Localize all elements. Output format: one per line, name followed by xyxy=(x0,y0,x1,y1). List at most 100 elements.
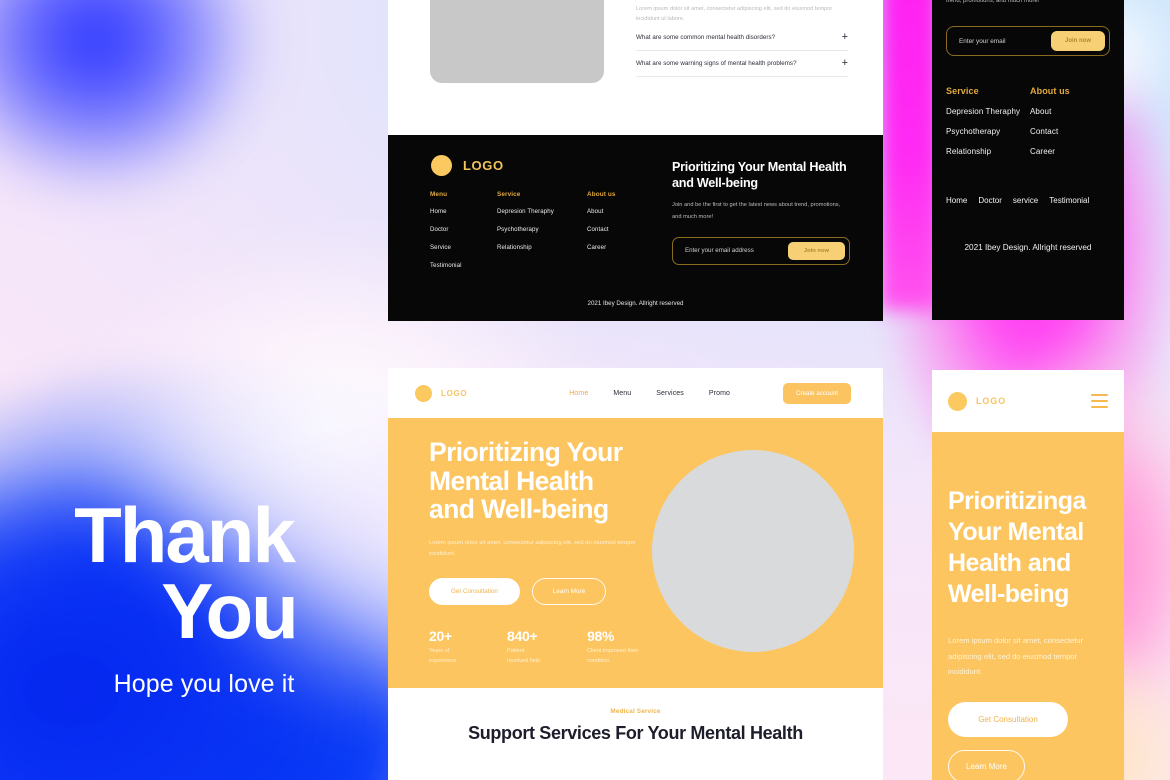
footer-column-heading: Menu xyxy=(430,191,448,198)
newsletter-email-input[interactable]: Enter your email address xyxy=(685,247,754,254)
hamburger-bar xyxy=(1091,405,1108,409)
hamburger-bar xyxy=(1091,393,1108,397)
footer-newsletter: Prioritizing Your Mental Health and Well… xyxy=(672,159,850,265)
mobile-link-career[interactable]: Career xyxy=(1030,147,1114,156)
mobile-link-contact[interactable]: Contact xyxy=(1030,127,1114,136)
plus-icon[interactable]: + xyxy=(842,57,848,69)
stat-item: 840+ Patient received help xyxy=(507,628,543,667)
background-magenta-band xyxy=(880,0,940,310)
nav-link-home[interactable]: Home xyxy=(569,390,588,397)
faq-panel: Lorem ipsum dolor sit amet, consectetur … xyxy=(388,0,883,135)
mobile-inline-link-doctor[interactable]: Doctor xyxy=(978,196,1002,205)
footer-link-contact[interactable]: Contact xyxy=(587,226,654,233)
create-account-button[interactable]: Create account xyxy=(783,382,851,404)
mobile-learn-more-button[interactable]: Learn More xyxy=(948,749,1025,780)
navbar-links: Home Menu Services Promo Create account xyxy=(569,382,851,404)
hero-section: Prioritizing Your Mental Health and Well… xyxy=(388,418,883,688)
mobile-join-button[interactable]: Join now xyxy=(1051,31,1105,51)
footer-column-heading: Service xyxy=(497,191,521,198)
newsletter-description: Join and be the first to get the latest … xyxy=(672,202,841,220)
footer-link-career[interactable]: Career xyxy=(587,244,654,251)
get-consultation-button[interactable]: Get Consultation xyxy=(429,577,520,605)
stat-item: 98% Client improved their condition xyxy=(587,628,639,667)
mobile-column-heading: Service xyxy=(946,86,979,96)
mobile-email-input[interactable]: Enter your email xyxy=(959,38,1006,45)
mobile-link-relationship[interactable]: Relationship xyxy=(946,147,1030,156)
thank-you-block: Thank You Hope you love it xyxy=(0,496,388,699)
hero-title: Prioritizing Your Mental Health and Well… xyxy=(429,437,623,525)
plus-icon[interactable]: + xyxy=(842,31,848,43)
mobile-link-depression-theraphy[interactable]: Depresion Theraphy xyxy=(946,107,1030,116)
stat-value: 98% xyxy=(587,627,615,644)
footer-link-service[interactable]: Service xyxy=(430,244,497,251)
logo-mark-icon xyxy=(431,155,452,176)
mobile-hero-description: Lorem ipsum dolor sit amet, consectetur … xyxy=(948,636,1084,677)
hero-content: Prioritizing Your Mental Health and Well… xyxy=(429,438,639,666)
nav-link-menu[interactable]: Menu xyxy=(613,390,631,397)
mobile-link-psychotherapy[interactable]: Psychotherapy xyxy=(946,127,1030,136)
footer-copyright: 2021 Ibey Design. Allright reserved xyxy=(587,300,684,307)
footer-column-heading: About us xyxy=(587,191,616,198)
mobile-column-about: About us About Contact Career xyxy=(1030,86,1114,167)
thank-you-line-2: You xyxy=(161,566,299,655)
newsletter-form[interactable]: Enter your email address Join now xyxy=(672,236,850,265)
learn-more-button[interactable]: Learn More xyxy=(531,577,607,605)
footer-column-service: Service Depresion Theraphy Psychotherapy… xyxy=(497,191,587,280)
mobile-logo[interactable]: LOGO xyxy=(948,391,1007,411)
mobile-hero-content: Prioritizinga Your Mental Health and Wel… xyxy=(932,486,1124,780)
mobile-newsletter-form[interactable]: Enter your email Join now xyxy=(946,26,1110,56)
hamburger-bar xyxy=(1091,399,1108,403)
stat-label: Years of experience xyxy=(429,647,457,664)
hero-buttons: Get Consultation Learn More xyxy=(429,577,639,605)
services-title: Support Services For Your Mental Health xyxy=(468,723,803,743)
hamburger-menu-icon[interactable] xyxy=(1091,393,1108,409)
footer-column-about: About us About Contact Career xyxy=(587,191,654,280)
stat-label: Client improved their condition xyxy=(587,647,639,664)
faq-question: What are some common mental health disor… xyxy=(636,33,776,41)
mobile-footer-panel: trend, promotions, and much more! Enter … xyxy=(932,0,1124,320)
logo-mark-icon xyxy=(415,384,432,402)
footer-link-about[interactable]: About xyxy=(587,208,654,215)
faq-item[interactable]: What are some common mental health disor… xyxy=(636,25,848,51)
newsletter-join-button[interactable]: Join now xyxy=(787,241,845,260)
nav-link-services[interactable]: Services xyxy=(656,390,684,397)
faq-question: What are some warning signs of mental he… xyxy=(636,59,797,67)
mobile-column-service: Service Depresion Theraphy Psychotherapy… xyxy=(946,86,1030,167)
mobile-link-about[interactable]: About xyxy=(1030,107,1114,116)
stat-value: 840+ xyxy=(507,627,538,644)
logo-mark-icon xyxy=(948,391,967,411)
faq-lead-text: Lorem ipsum dolor sit amet, consectetur … xyxy=(636,6,833,23)
hero-image-placeholder xyxy=(652,450,854,652)
footer-column-menu: Menu Home Doctor Service Testimonial xyxy=(430,191,497,280)
mobile-inline-link-home[interactable]: Home xyxy=(946,196,967,205)
stat-label: Patient received help xyxy=(507,647,541,664)
footer-link-relationship[interactable]: Relationship xyxy=(497,244,587,251)
mobile-newsletter-lead: trend, promotions, and much more! xyxy=(946,0,1040,4)
mobile-inline-link-service[interactable]: service xyxy=(1013,196,1038,205)
nav-link-promo[interactable]: Promo xyxy=(709,390,730,397)
faq-image-placeholder xyxy=(430,0,604,83)
logo-text: LOGO xyxy=(441,388,468,398)
services-section: Medical Service Support Services For You… xyxy=(388,688,883,744)
mobile-hero-panel: LOGO Prioritizinga Your Mental Health an… xyxy=(932,370,1124,780)
stat-item: 20+ Years of experience xyxy=(429,628,463,667)
mobile-get-consultation-button[interactable]: Get Consultation xyxy=(948,701,1068,737)
mobile-hero-title: Prioritizinga Your Mental Health and Wel… xyxy=(948,487,1086,608)
mobile-footer-copyright: 2021 Ibey Design. Allright reserved xyxy=(964,243,1092,252)
navbar-logo[interactable]: LOGO xyxy=(415,384,468,402)
mobile-inline-link-testimonial[interactable]: Testimonial xyxy=(1049,196,1089,205)
footer-link-home[interactable]: Home xyxy=(430,208,497,215)
footer-logo[interactable]: LOGO xyxy=(431,155,504,176)
footer-link-depression-theraphy[interactable]: Depresion Theraphy xyxy=(497,208,587,215)
desktop-footer-panel: LOGO Menu Home Doctor Service Testimonia… xyxy=(388,135,883,321)
footer-link-testimonial[interactable]: Testimonial xyxy=(430,262,497,269)
faq-list: Lorem ipsum dolor sit amet, consectetur … xyxy=(636,0,848,77)
logo-text: LOGO xyxy=(976,396,1007,406)
footer-link-doctor[interactable]: Doctor xyxy=(430,226,497,233)
services-kicker: Medical Service xyxy=(610,708,661,715)
hero-description: Lorem ipsum dolor sit amet, consectetur … xyxy=(429,539,636,558)
faq-item[interactable]: What are some warning signs of mental he… xyxy=(636,51,848,77)
stat-value: 20+ xyxy=(429,627,452,644)
mobile-column-heading: About us xyxy=(1030,86,1070,96)
footer-link-psychotherapy[interactable]: Psychotherapy xyxy=(497,226,587,233)
